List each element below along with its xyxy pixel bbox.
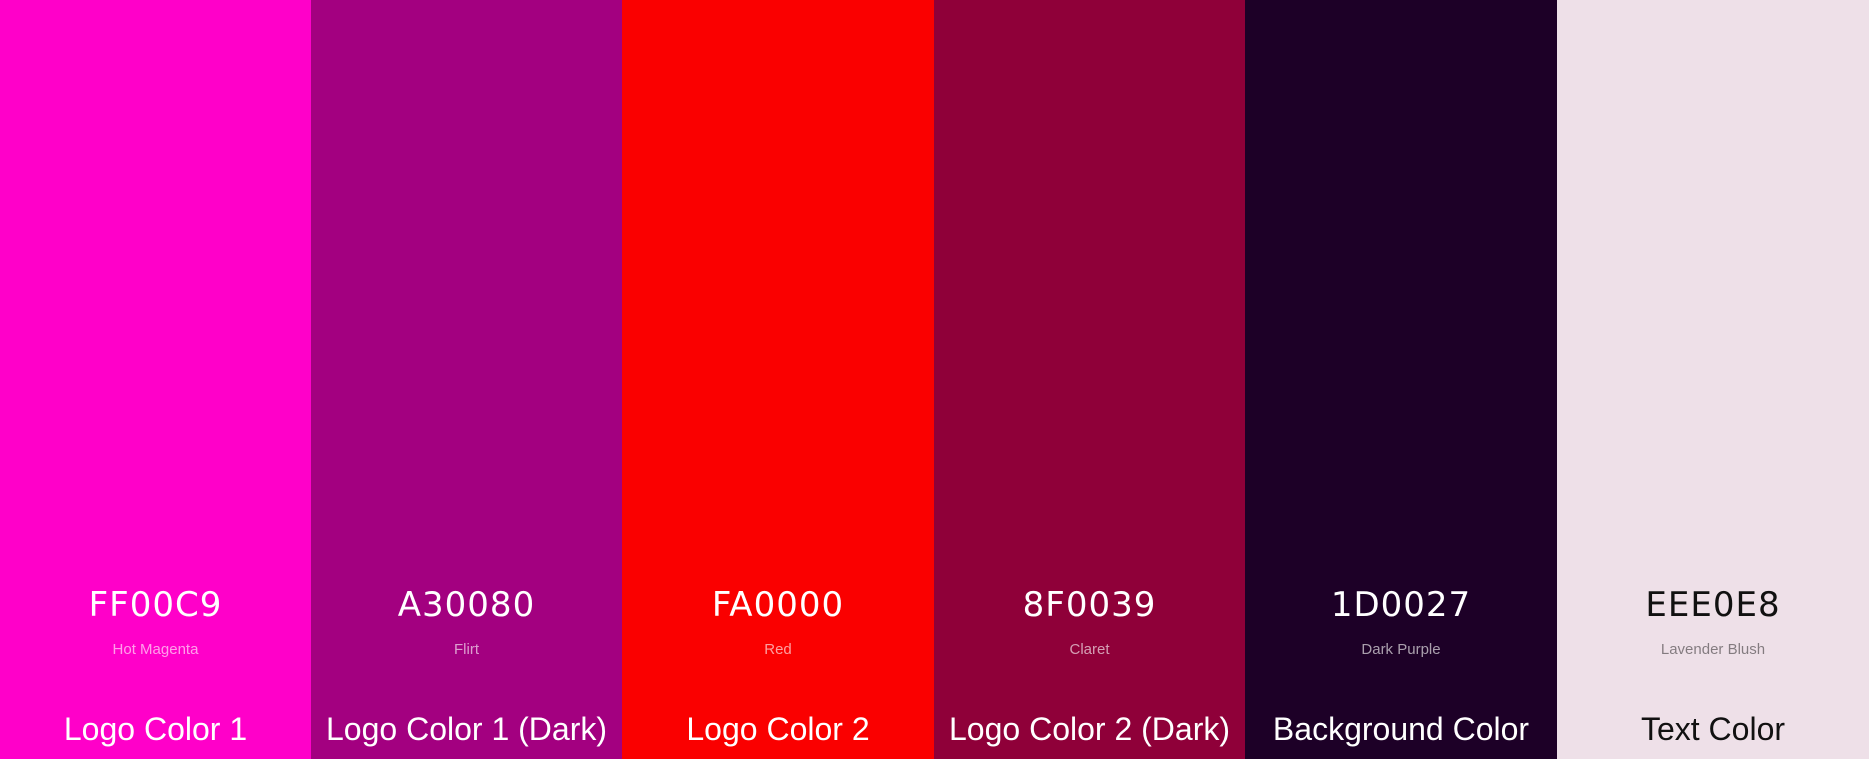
swatch-role: Logo Color 1 [63,711,248,747]
swatch-hot-magenta[interactable]: FF00C9 Hot Magenta Logo Color 1 [0,0,311,759]
swatch-name: Red [764,641,792,658]
swatch-hex: FF00C9 [88,585,223,625]
swatch-role: Text Color [1640,711,1786,747]
swatch-hex: A30080 [397,585,536,625]
swatch-name: Hot Magenta [112,641,199,658]
swatch-role: Logo Color 2 [686,711,870,747]
swatch-name: Lavender Blush [1660,641,1766,658]
swatch-name: Dark Purple [1361,641,1441,658]
swatch-hex: 1D0027 [1330,585,1472,625]
swatch-flirt[interactable]: A30080 Flirt Logo Color 1 (Dark) [311,0,622,759]
swatch-role: Logo Color 2 (Dark) [949,711,1230,747]
swatch-dark-purple[interactable]: 1D0027 Dark Purple Background Color [1245,0,1557,759]
swatch-hex: 8F0039 [1022,585,1157,625]
swatch-lavender-blush[interactable]: EEE0E8 Lavender Blush Text Color [1557,0,1869,759]
swatch-name: Flirt [454,641,479,658]
swatch-claret[interactable]: 8F0039 Claret Logo Color 2 (Dark) [934,0,1245,759]
swatch-role: Logo Color 1 (Dark) [326,711,607,747]
swatch-name: Claret [1069,641,1110,658]
swatch-hex: EEE0E8 [1645,585,1781,625]
swatch-hex: FA0000 [711,585,845,625]
swatch-red[interactable]: FA0000 Red Logo Color 2 [622,0,934,759]
color-palette: FF00C9 Hot Magenta Logo Color 1 A30080 F… [0,0,1869,759]
swatch-role: Background Color [1272,711,1530,747]
